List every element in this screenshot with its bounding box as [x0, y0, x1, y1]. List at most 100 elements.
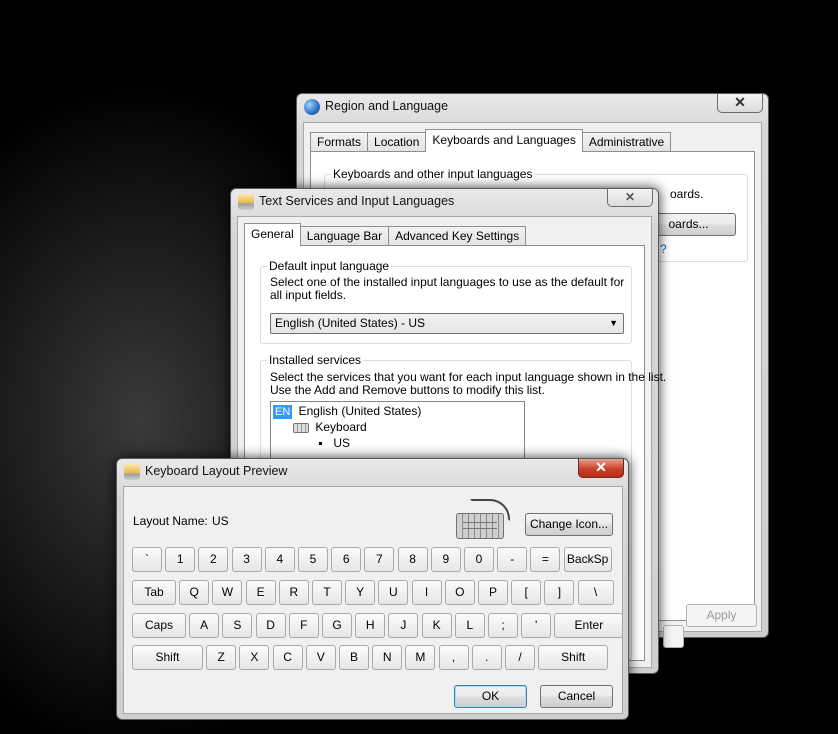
keyboard-key: H: [355, 613, 386, 638]
keyboard-key: 0: [464, 547, 494, 572]
keyboard-key: K: [421, 613, 452, 638]
keyboard-body: [456, 513, 504, 539]
keyboard-key: Y: [345, 580, 376, 605]
chevron-down-icon: ▼: [609, 318, 618, 328]
keyboard-key: BackSp: [563, 547, 612, 572]
layout-name-value: US: [212, 514, 229, 528]
keyboard-key: Tab: [132, 580, 176, 605]
keyboard-key: U: [378, 580, 409, 605]
tab-general[interactable]: General: [244, 223, 301, 246]
keyboard-key: M: [405, 645, 436, 670]
keyboard-key: 2: [198, 547, 229, 572]
keyboard-key: ,: [438, 645, 469, 670]
keyboard-key: A: [189, 613, 220, 638]
default-language-select[interactable]: English (United States) - US ▼: [270, 313, 624, 334]
tree-layout-label: US: [333, 436, 351, 450]
keyboard-key: S: [222, 613, 253, 638]
tree-language-name: English (United States): [298, 404, 422, 418]
keyboards-group-label: Keyboards and other input languages: [331, 167, 535, 181]
cancel-button-partial: [663, 625, 684, 648]
services-desc-line1: Select the services that you want for ea…: [270, 370, 667, 384]
keyboards-desc-text: oards.: [670, 187, 704, 201]
keyboard-key: 6: [331, 547, 362, 572]
keyboard-key: .: [471, 645, 502, 670]
language-badge: EN: [273, 405, 293, 419]
keyboard-key: X: [239, 645, 270, 670]
keyboard-key: E: [245, 580, 276, 605]
keyboard-key: Shift: [132, 645, 203, 670]
tab-administrative[interactable]: Administrative: [581, 132, 672, 152]
keyboard-key: [: [511, 580, 542, 605]
keyboard-key: P: [478, 580, 508, 605]
default-language-group-label: Default input language: [267, 259, 392, 273]
keyboard-key: 3: [231, 547, 262, 572]
text-services-titlebar: Text Services and Input Languages ✕: [231, 189, 658, 215]
region-close-button[interactable]: ✕: [717, 94, 763, 113]
keyboard-key: Enter: [554, 613, 624, 638]
keyboard-icon: [293, 422, 309, 433]
text-services-close-button[interactable]: ✕: [607, 189, 653, 207]
keyboard-key: Caps: [132, 613, 186, 638]
preview-close-button[interactable]: ✕: [578, 459, 624, 478]
region-title: Region and Language: [325, 99, 449, 113]
keyboard-key: \: [577, 580, 614, 605]
keyboard-key: 1: [165, 547, 196, 572]
tab-keyboards-and-languages[interactable]: Keyboards and Languages: [425, 129, 583, 152]
ok-button[interactable]: OK: [454, 685, 527, 708]
help-link[interactable]: ?: [660, 242, 667, 256]
services-desc-line2: Use the Add and Remove buttons to modify…: [270, 383, 545, 397]
tab-location[interactable]: Location: [367, 132, 427, 152]
change-icon-button[interactable]: Change Icon...: [525, 513, 613, 536]
layout-name-label: Layout Name:: [133, 514, 208, 528]
cancel-button[interactable]: Cancel: [540, 685, 613, 708]
preview-titlebar: Keyboard Layout Preview ✕: [117, 459, 628, 485]
keyboard-key: 9: [430, 547, 461, 572]
tree-language-node[interactable]: EN English (United States): [273, 404, 421, 419]
keyboard-key: `: [132, 547, 162, 572]
tab-advanced-key-settings[interactable]: Advanced Key Settings: [388, 226, 527, 246]
keyboard-key: 5: [298, 547, 328, 572]
text-services-tabs: General Language Bar Advanced Key Settin…: [244, 223, 527, 246]
keyboard-key: W: [212, 580, 243, 605]
keyboard-key: -: [497, 547, 528, 572]
keyboard-key: J: [388, 613, 419, 638]
keyboard-key: 7: [364, 547, 395, 572]
keyboard-key: G: [322, 613, 352, 638]
keyboard-key: /: [505, 645, 535, 670]
tab-language-bar[interactable]: Language Bar: [299, 226, 390, 246]
preview-client: Layout Name: US Change Icon... ` 1 2 3 4 5 6 7 8…: [123, 486, 624, 714]
keyboard-key: I: [411, 580, 442, 605]
keyboard-key: B: [339, 645, 369, 670]
keyboard-key: 8: [397, 547, 428, 572]
tree-keyboard-node[interactable]: Keyboard: [293, 420, 367, 434]
text-services-title: Text Services and Input Languages: [259, 194, 455, 208]
keyboard-app-icon: [124, 464, 140, 480]
keyboard-key: V: [305, 645, 336, 670]
apply-button[interactable]: Apply: [686, 604, 757, 627]
keyboard-key: F: [288, 613, 319, 638]
installed-services-group-label: Installed services: [267, 353, 364, 367]
keyboard-key: L: [454, 613, 485, 638]
keyboard-key: ;: [488, 613, 518, 638]
globe-icon: [304, 99, 320, 115]
keyboard-key: 4: [264, 547, 295, 572]
tab-formats[interactable]: Formats: [310, 132, 369, 152]
keyboard-key: N: [372, 645, 403, 670]
default-language-value: English (United States) - US: [275, 316, 426, 330]
tree-layout-node[interactable]: US: [319, 436, 350, 450]
region-tabs: Formats Location Keyboards and Languages…: [310, 129, 672, 152]
keyboard-key: Z: [206, 645, 237, 670]
keyboard-key: D: [255, 613, 286, 638]
keyboard-key: ]: [544, 580, 575, 605]
keyboard-key: =: [530, 547, 561, 572]
keyboard-globe-icon: [238, 194, 254, 210]
keyboard-key: O: [444, 580, 475, 605]
keyboard-key: ': [521, 613, 552, 638]
keyboard-key: R: [278, 580, 309, 605]
keyboard-key: Q: [179, 580, 210, 605]
default-language-desc: Select one of the installed input langua…: [270, 275, 625, 302]
region-titlebar: Region and Language ✕: [297, 94, 768, 120]
keyboard-key: Shift: [538, 645, 609, 670]
bullet-icon: [319, 442, 322, 446]
keyboard-preview-window: Keyboard Layout Preview ✕ Layout Name: U…: [116, 458, 629, 720]
